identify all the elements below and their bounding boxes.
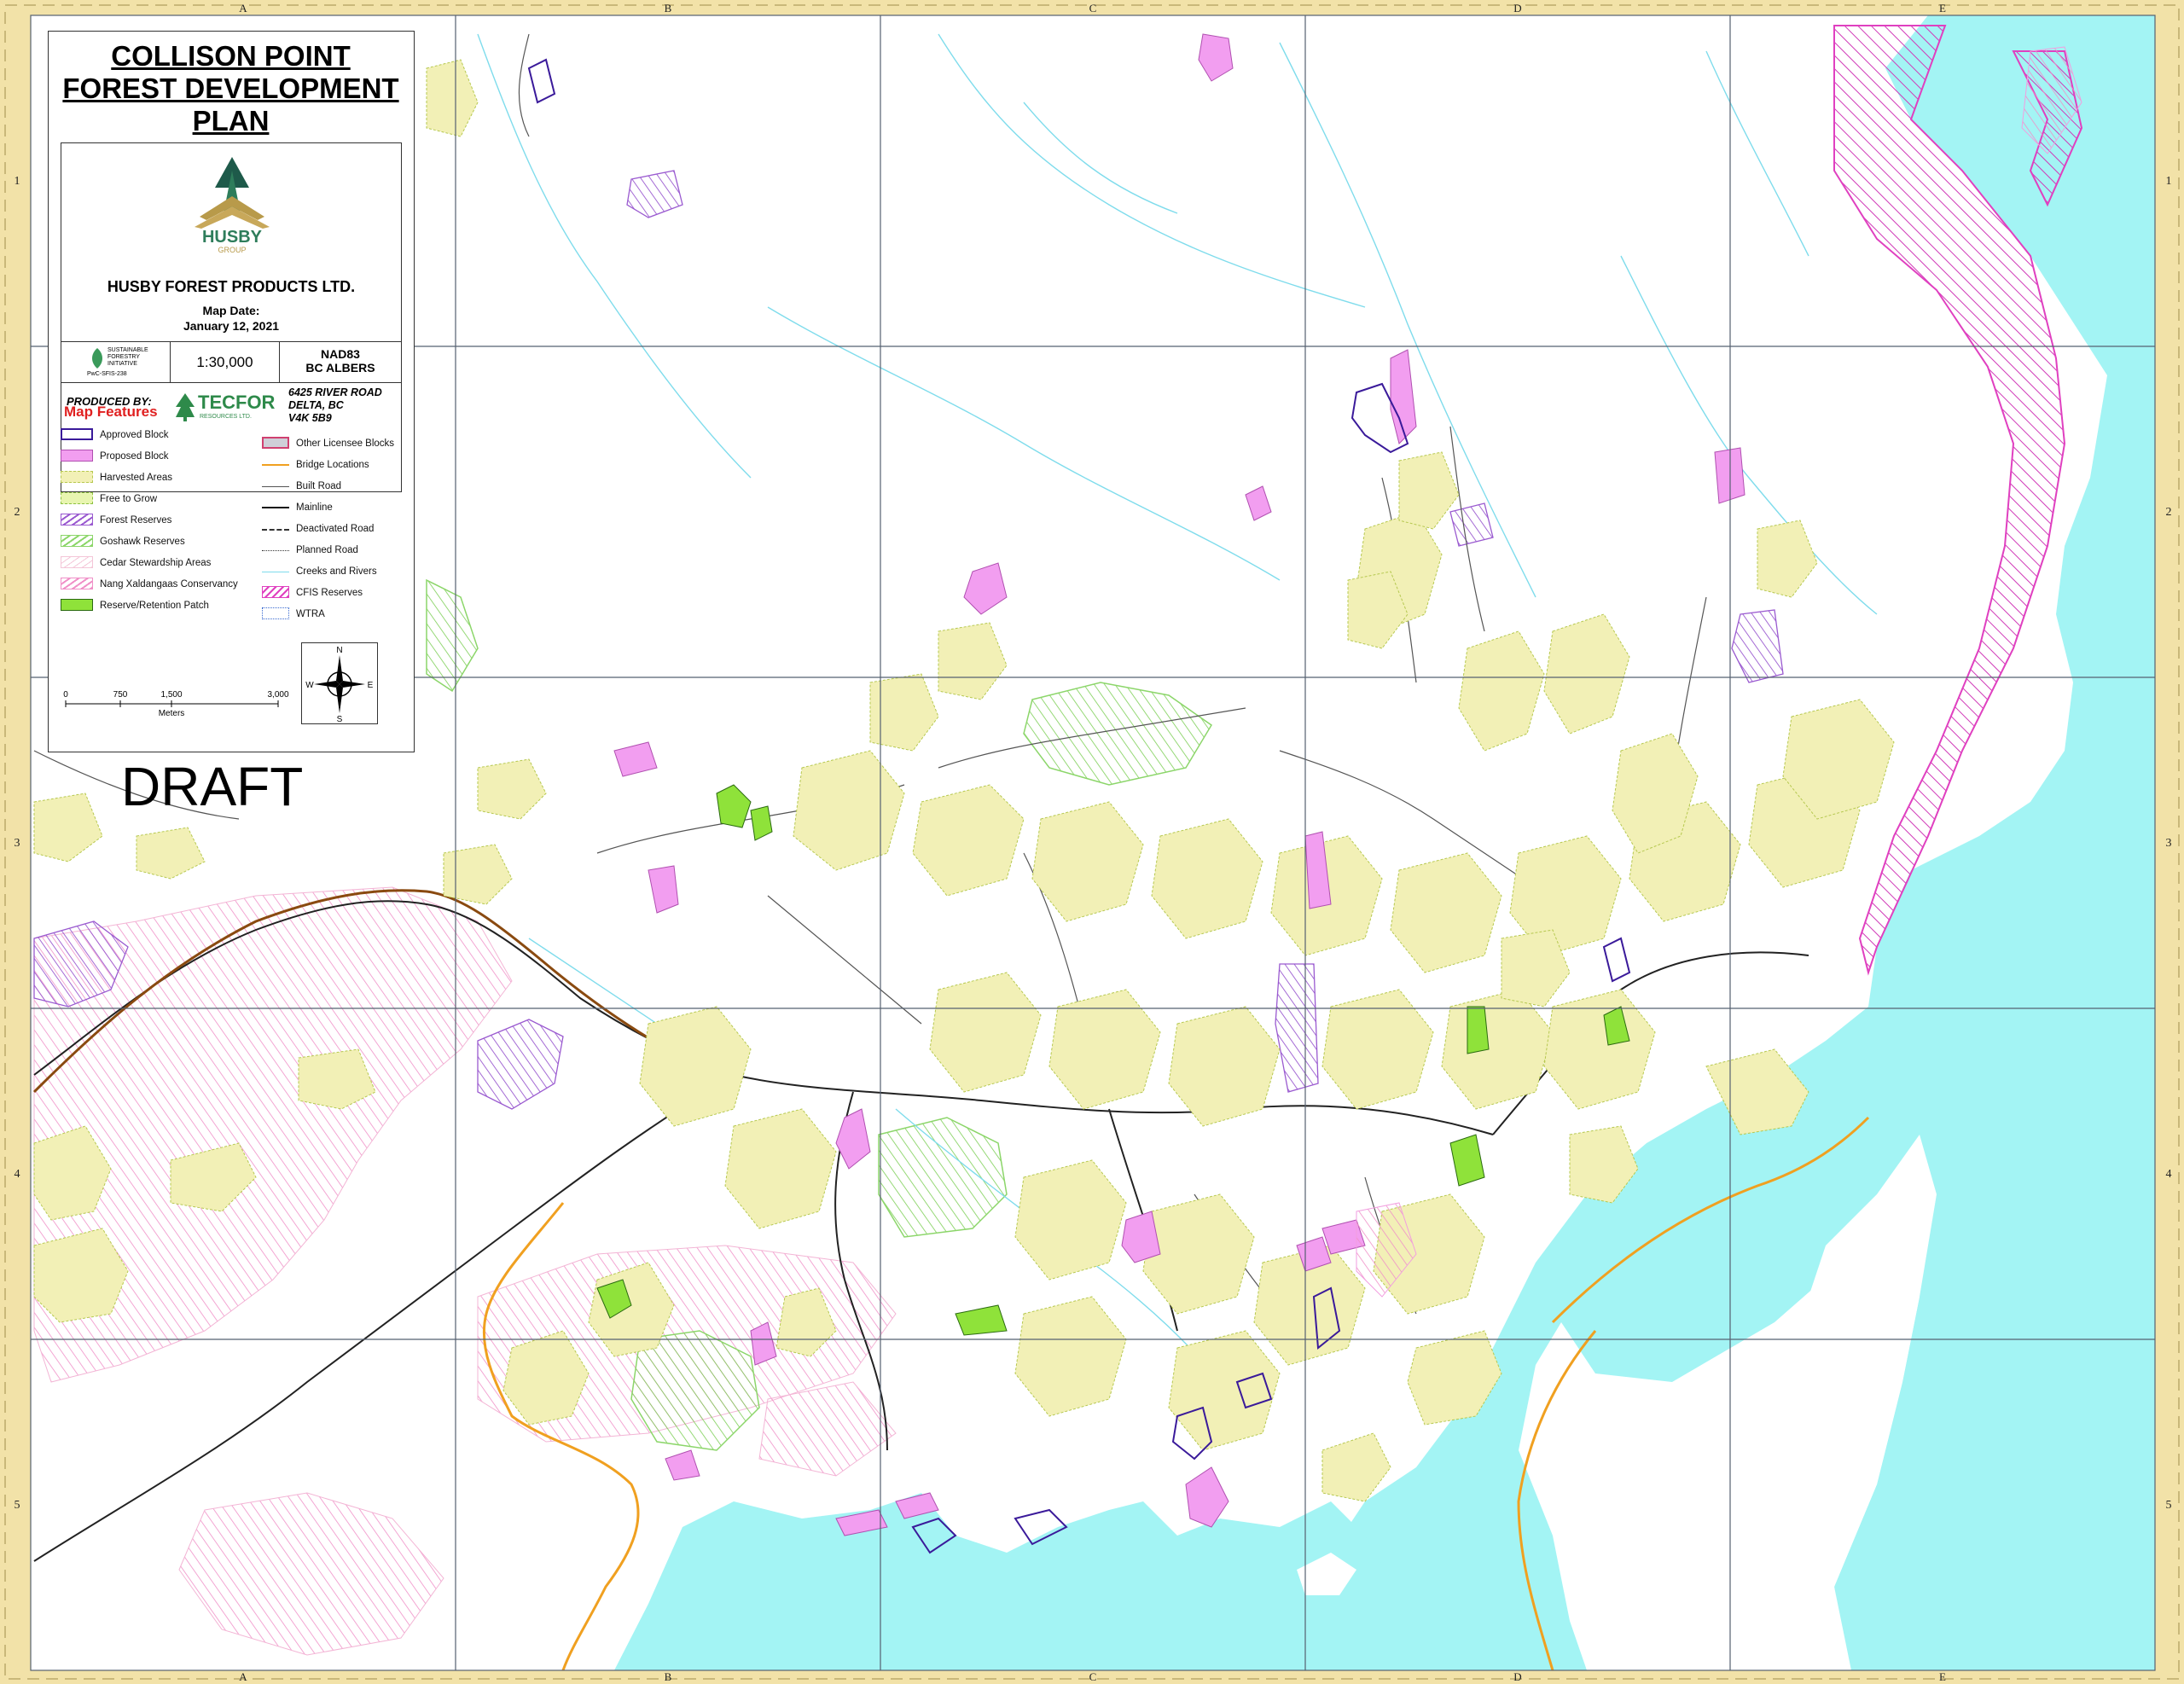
map-date-label: Map Date: (202, 304, 260, 317)
grid-col-label-bottom-a: A (239, 1670, 247, 1683)
svg-text:S: S (337, 715, 343, 723)
svg-text:3,000: 3,000 (267, 690, 288, 700)
svg-text:Meters: Meters (159, 709, 185, 718)
scale-bar: 0 750 1,500 3,000 Meters (61, 688, 299, 723)
grid-col-label-top-d: D (1513, 2, 1522, 15)
title-block-panel: COLLISON POINT FOREST DEVELOPMENT PLAN H… (48, 31, 415, 752)
grid-row-label-right-1: 1 (2165, 175, 2172, 188)
grid-col-label-bottom-b: B (664, 1670, 672, 1683)
grid-row-label-left-5: 5 (14, 1499, 20, 1512)
svg-text:W: W (305, 681, 314, 690)
grid-row-label-right-2: 2 (2165, 506, 2172, 519)
draft-watermark: DRAFT (121, 756, 304, 817)
sfi-cell: SUSTAINABLE FORESTRY INITIATIVE PwC-SFIS-2… (61, 342, 171, 383)
grid-row-label-right-4: 4 (2165, 1168, 2172, 1181)
map-info-row: SUSTAINABLE FORESTRY INITIATIVE PwC-SFIS-2… (61, 341, 401, 383)
sfi-text: SUSTAINABLE FORESTRY INITIATIVE (107, 347, 148, 367)
company-name: HUSBY FOREST PRODUCTS LTD. (107, 278, 356, 295)
map-date-value: January 12, 2021 (183, 319, 280, 333)
grid-row-label-left-4: 4 (14, 1168, 20, 1181)
title-line-1: COLLISON POINT (111, 40, 351, 72)
tree-logo-icon: HUSBY GROUP (195, 157, 270, 254)
compass-icon: N S W E (305, 646, 374, 724)
tecfor-name: TECFOR (198, 392, 276, 413)
grid-row-label-right-5: 5 (2165, 1499, 2172, 1512)
grid-row-label-left-2: 2 (14, 506, 20, 519)
sfi-cert: PwC-SFIS-238 (87, 371, 127, 377)
title-line-3: PLAN (192, 105, 270, 136)
grid-row-label-left-1: 1 (14, 175, 20, 188)
logo-wordmark: HUSBY (202, 228, 263, 247)
grid-col-label-bottom-e: E (1939, 1670, 1946, 1683)
grid-col-label-top-a: A (239, 2, 247, 15)
grid-col-label-bottom-c: C (1089, 1670, 1097, 1683)
svg-text:1,500: 1,500 (160, 690, 182, 700)
tecfor-tree-icon (176, 393, 195, 421)
logo-subtext: GROUP (218, 246, 246, 254)
grid-col-label-top-c: C (1089, 2, 1097, 15)
grid-col-label-bottom-d: D (1513, 1670, 1522, 1683)
projection: NAD83 BC ALBERS (305, 347, 375, 375)
title-line-2: FOREST DEVELOPMENT (62, 73, 399, 104)
svg-text:N: N (336, 646, 342, 655)
svg-text:E: E (368, 681, 374, 690)
grid-col-label-top-e: E (1939, 2, 1946, 15)
tecfor-sub: RESOURCES LTD. (200, 414, 252, 420)
grid-col-label-top-b: B (664, 2, 672, 15)
husby-logo: HUSBY GROUP (181, 154, 283, 256)
map-title: COLLISON POINT FOREST DEVELOPMENT PLAN (49, 32, 413, 139)
svg-text:0: 0 (63, 690, 68, 700)
grid-row-label-right-3: 3 (2165, 837, 2172, 850)
grid-row-label-left-3: 3 (14, 837, 20, 850)
legend-title: Map Features (64, 404, 158, 420)
scale-bar-graphic: 0 750 1,500 3,000 Meters (63, 690, 289, 718)
svg-text:750: 750 (113, 690, 128, 700)
map-scale: 1:30,000 (171, 342, 280, 383)
sfi-leaf-icon (92, 348, 102, 369)
tecfor-address: 6425 RIVER ROAD DELTA, BC V4K 5B9 (288, 386, 382, 424)
north-arrow: N S W E (301, 642, 378, 724)
